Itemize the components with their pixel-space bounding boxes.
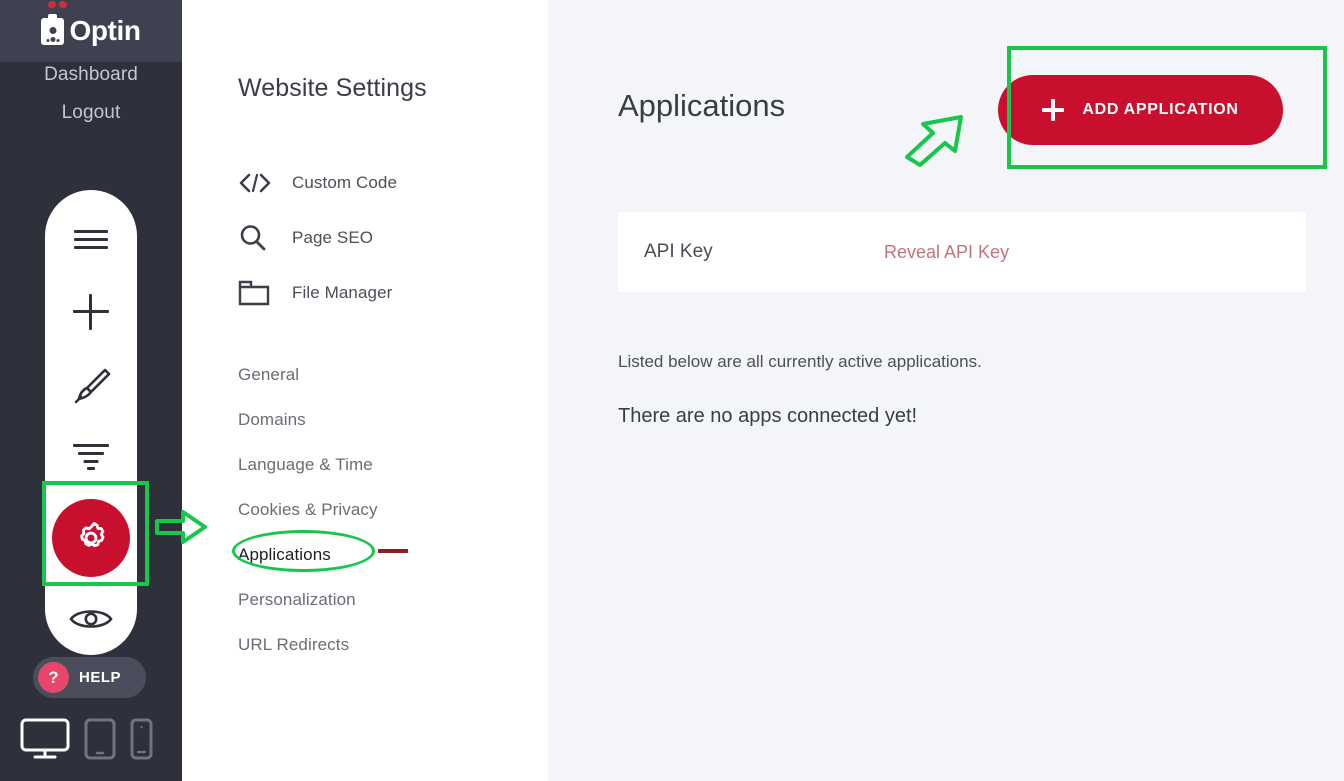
settings-tool-label: Custom Code — [292, 172, 398, 192]
app-root: Optin Dashboard Logout ? HELP Website Se… — [0, 0, 1344, 781]
add-application-button[interactable]: ADD APPLICATION — [998, 75, 1283, 145]
page-title: Applications — [618, 88, 786, 123]
brand-header: Optin — [0, 0, 182, 62]
nav-item-url-redirects[interactable]: URL Redirects — [238, 622, 538, 667]
device-tablet-button[interactable] — [84, 718, 116, 760]
tool-pill — [45, 190, 137, 655]
add-application-label: ADD APPLICATION — [1082, 101, 1239, 118]
tool-design-button[interactable] — [45, 348, 137, 420]
applications-description: Listed below are all currently active ap… — [618, 352, 982, 371]
annotation-gear-arrow-icon — [155, 510, 207, 544]
plus-icon — [73, 294, 109, 331]
nav-item-personalization[interactable]: Personalization — [238, 577, 538, 622]
logo-text: Optin — [69, 15, 141, 46]
code-brackets-icon — [238, 171, 276, 195]
tool-menu-button[interactable] — [45, 204, 137, 276]
tool-add-button[interactable] — [45, 276, 137, 348]
hamburger-menu-icon — [74, 228, 108, 252]
folder-icon — [238, 279, 276, 307]
device-mobile-button[interactable] — [130, 718, 153, 760]
help-label: HELP — [79, 669, 122, 686]
settings-tool-list: Custom Code Page SEO File Manager — [238, 155, 538, 320]
logo-badge-icon — [41, 13, 65, 45]
settings-tool-custom-code[interactable]: Custom Code — [238, 155, 538, 210]
plus-icon — [1042, 99, 1065, 121]
nav-item-cookies-privacy[interactable]: Cookies & Privacy — [238, 487, 538, 532]
settings-tool-label: File Manager — [292, 282, 393, 302]
question-mark-icon: ? — [38, 662, 69, 693]
device-desktop-button[interactable] — [20, 718, 70, 760]
filter-icon — [73, 442, 109, 472]
tool-settings-button[interactable] — [45, 493, 137, 583]
main-content: Applications ADD APPLICATION API Key Rev… — [548, 0, 1344, 781]
tool-filter-button[interactable] — [45, 421, 137, 493]
device-preview-switcher — [20, 718, 153, 760]
applications-empty-state: There are no apps connected yet! — [618, 405, 918, 427]
gear-icon — [80, 521, 105, 548]
annotation-add-button-arrow-icon — [905, 115, 963, 167]
panel-title: Website Settings — [238, 74, 427, 102]
help-button[interactable]: ? HELP — [33, 657, 146, 698]
settings-nav-list: General Domains Language & Time Cookies … — [238, 352, 538, 667]
logo: Optin — [41, 0, 141, 46]
nav-item-domains[interactable]: Domains — [238, 397, 538, 442]
website-settings-panel: Website Settings Custom Code Page SEO Fi… — [182, 0, 548, 781]
reveal-api-key-link[interactable]: Reveal API Key — [884, 242, 1009, 263]
rail-links: Dashboard Logout — [0, 56, 182, 132]
rail-link-logout[interactable]: Logout — [0, 94, 182, 132]
left-rail: Optin Dashboard Logout ? HELP — [0, 0, 207, 781]
api-key-card: API Key Reveal API Key — [618, 212, 1306, 292]
paintbrush-icon — [74, 368, 111, 403]
nav-item-applications[interactable]: Applications — [238, 532, 538, 577]
api-key-label: API Key — [644, 241, 713, 262]
annotation-applications-dash — [378, 549, 408, 553]
settings-tool-page-seo[interactable]: Page SEO — [238, 210, 538, 265]
settings-gear-button — [52, 498, 130, 577]
eye-icon — [69, 610, 113, 628]
tool-preview-button[interactable] — [45, 583, 137, 655]
nav-item-language-time[interactable]: Language & Time — [238, 442, 538, 487]
magnifier-icon — [238, 223, 276, 253]
settings-tool-label: Page SEO — [292, 227, 374, 247]
settings-tool-file-manager[interactable]: File Manager — [238, 265, 538, 320]
logo-leaf-icon — [47, 0, 74, 10]
nav-item-general[interactable]: General — [238, 352, 538, 397]
